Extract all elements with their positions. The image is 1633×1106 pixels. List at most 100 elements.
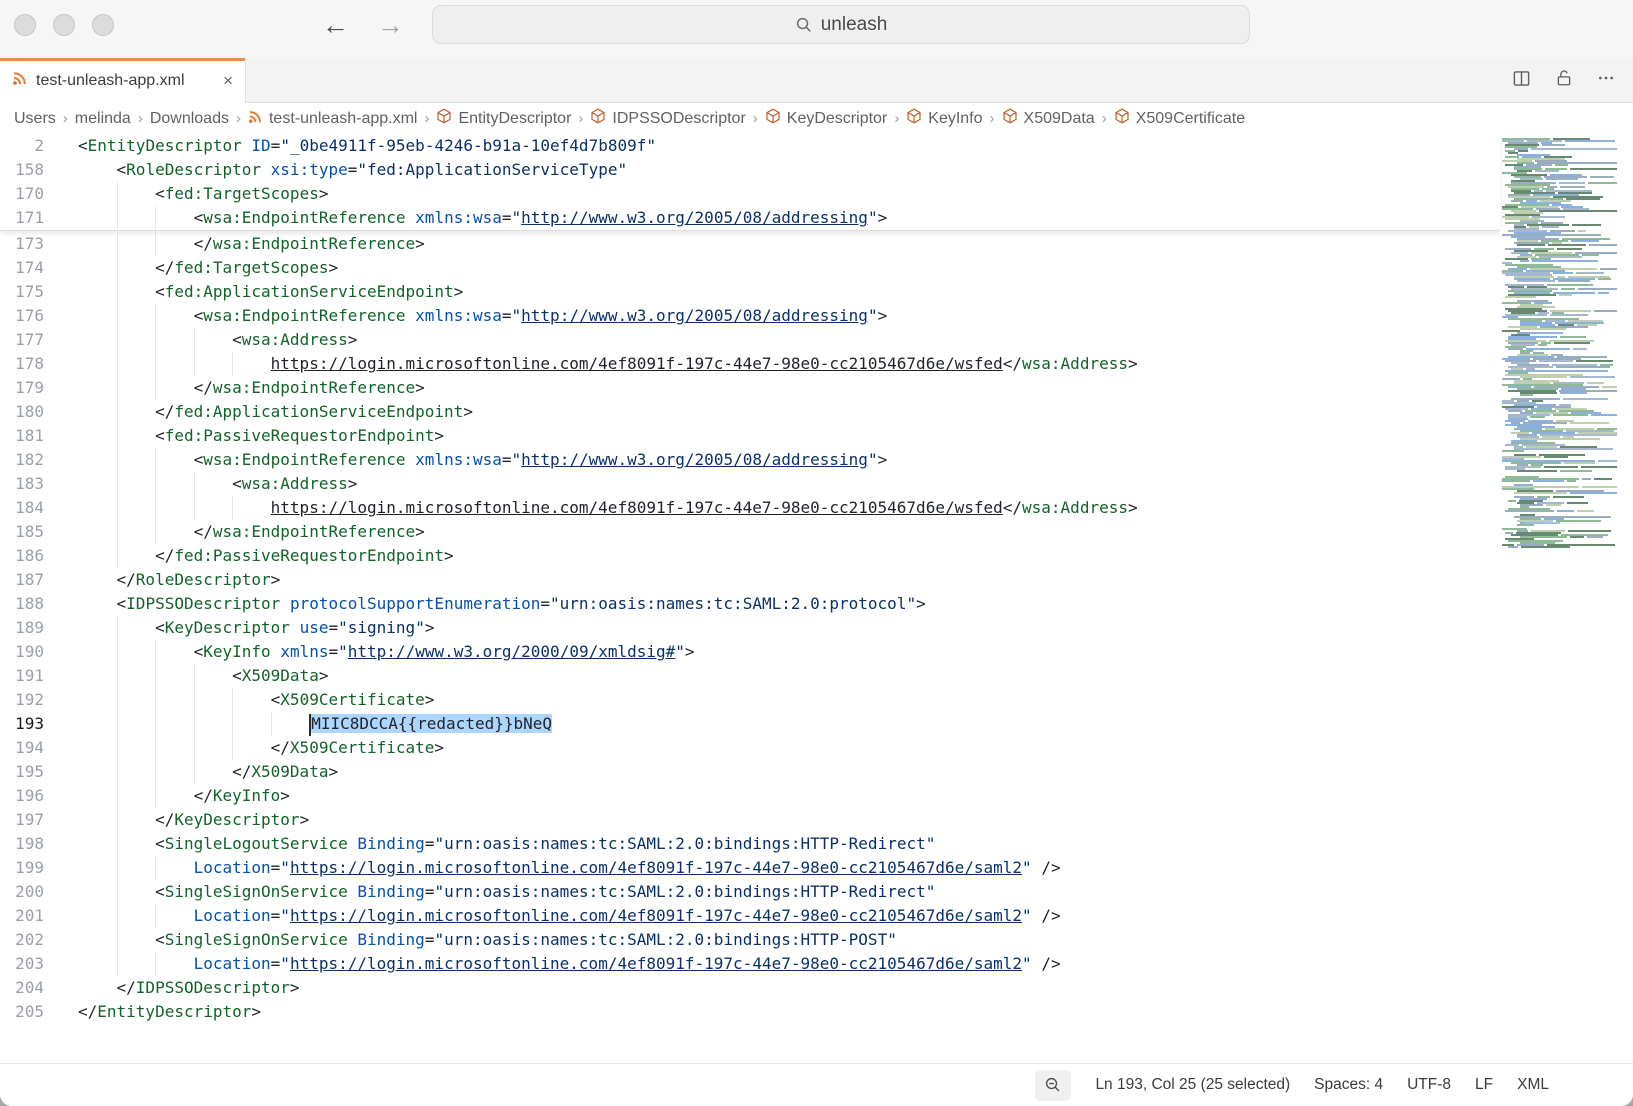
code-line-192[interactable]: 192 <X509Certificate> [0,688,1633,712]
code-line-184[interactable]: 184 https://login.microsoftonline.com/4e… [0,496,1633,520]
minimap-line [1581,466,1617,468]
token [348,834,358,853]
code-line-199[interactable]: 199 Location="https://login.microsoftonl… [0,856,1633,880]
encoding-status[interactable]: UTF-8 [1407,1076,1451,1094]
breadcrumb-item-x509data[interactable]: X509Data [1002,108,1095,129]
code-line-198[interactable]: 198 <SingleLogoutService Binding="urn:oa… [0,832,1633,856]
breadcrumb-item-users[interactable]: Users [14,110,56,128]
token [1032,858,1042,877]
command-center-search[interactable]: unleash [432,5,1250,44]
code-editor[interactable]: 2<EntityDescriptor ID="_0be4911f-95eb-42… [0,134,1633,1063]
code-line-201[interactable]: 201 Location="https://login.microsoftonl… [0,904,1633,928]
token: fed:TargetScopes [174,258,328,277]
code-line-2[interactable]: 2<EntityDescriptor ID="_0be4911f-95eb-42… [0,134,1500,158]
code-line-177[interactable]: 177 <wsa:Address> [0,328,1633,352]
code-line-185[interactable]: 185 </wsa:EndpointReference> [0,520,1633,544]
indent-guide [155,448,156,472]
minimap-line [1568,530,1610,532]
line-number: 184 [0,496,44,520]
indent-guide [232,712,233,736]
code-line-187[interactable]: 187 </RoleDescriptor> [0,568,1633,592]
code-line-200[interactable]: 200 <SingleSignOnService Binding="urn:oa… [0,880,1633,904]
breadcrumb-item-idpssodescriptor[interactable]: IDPSSODescriptor [590,108,745,129]
code-line-203[interactable]: 203 Location="https://login.microsoftonl… [0,952,1633,976]
token: http://www.w3.org/2005/08/addressing [521,450,868,469]
language-status[interactable]: XML [1517,1076,1549,1094]
code-line-190[interactable]: 190 <KeyInfo xmlns="http://www.w3.org/20… [0,640,1633,664]
code-line-196[interactable]: 196 </KeyInfo> [0,784,1633,808]
code-line-158[interactable]: 158 <RoleDescriptor xsi:type="fed:Applic… [0,158,1500,182]
code-line-202[interactable]: 202 <SingleSignOnService Binding="urn:oa… [0,928,1633,952]
code-line-179[interactable]: 179 </wsa:EndpointReference> [0,376,1633,400]
indent-guide [194,328,195,352]
code-line-175[interactable]: 175 <fed:ApplicationServiceEndpoint> [0,280,1633,304]
code-line-191[interactable]: 191 <X509Data> [0,664,1633,688]
breadcrumb-item-keyinfo[interactable]: KeyInfo [906,108,982,129]
cursor-position-status[interactable]: Ln 193, Col 25 (25 selected) [1095,1076,1290,1094]
token: " [675,642,685,661]
code-line-194[interactable]: 194 </X509Certificate> [0,736,1633,760]
eol-status[interactable]: LF [1475,1076,1493,1094]
code-line-178[interactable]: 178 https://login.microsoftonline.com/4e… [0,352,1633,376]
indent-guide [194,760,195,784]
minimap-line [1557,510,1574,512]
breadcrumb-item-x509certificate[interactable]: X509Certificate [1114,108,1245,129]
code-line-170[interactable]: 170 <fed:TargetScopes> [0,182,1500,206]
code-line-197[interactable]: 197 </KeyDescriptor> [0,808,1633,832]
split-editor-icon[interactable] [1512,69,1531,93]
code-line-205[interactable]: 205</EntityDescriptor> [0,1000,1633,1024]
indent-guide [194,352,195,376]
traffic-lights [14,14,114,36]
zoom-window-button[interactable] [92,14,114,36]
token: = [328,618,338,637]
code-line-189[interactable]: 189 <KeyDescriptor use="signing"> [0,616,1633,640]
token: wsa:Address [1022,498,1128,517]
minimap-line [1514,448,1613,450]
close-window-button[interactable] [14,14,36,36]
breadcrumb-item-test-unleash-app-xml[interactable]: test-unleash-app.xml [248,109,418,129]
indentation-status[interactable]: Spaces: 4 [1314,1076,1383,1094]
line-number: 197 [0,808,44,832]
code-lines[interactable]: 173 </wsa:EndpointReference>174 </fed:Ta… [0,232,1633,1024]
minimize-window-button[interactable] [53,14,75,36]
code-line-171[interactable]: 171 <wsa:EndpointReference xmlns:wsa="ht… [0,206,1500,230]
indent-guide [194,472,195,496]
indent-guide [194,496,195,520]
breadcrumb-item-keydescriptor[interactable]: KeyDescriptor [765,108,887,129]
line-number: 204 [0,976,44,1000]
code-line-195[interactable]: 195 </X509Data> [0,760,1633,784]
minimap[interactable] [1502,138,1622,552]
code-line-193[interactable]: 193 MIIC8DCCA{{redacted}}bNeQ [0,712,1633,736]
code-line-188[interactable]: 188 <IDPSSODescriptor protocolSupportEnu… [0,592,1633,616]
breadcrumb-item-entitydescriptor[interactable]: EntityDescriptor [436,108,571,129]
token: Binding [357,882,424,901]
forward-button[interactable]: → [377,10,404,41]
token: https://login.microsoftonline.com/4ef809… [290,954,1022,973]
zoom-out-icon[interactable] [1035,1070,1071,1101]
code-line-180[interactable]: 180 </fed:ApplicationServiceEndpoint> [0,400,1633,424]
token: < [271,690,281,709]
token: > [415,378,425,397]
tab-test-unleash-app-xml[interactable]: test-unleash-app.xml × [0,58,246,103]
code-line-173[interactable]: 173 </wsa:EndpointReference> [0,232,1633,256]
code-line-176[interactable]: 176 <wsa:EndpointReference xmlns:wsa="ht… [0,304,1633,328]
back-button[interactable]: ← [322,10,349,41]
line-content: Location="https://login.microsoftonline.… [78,856,1061,880]
breadcrumb-item-melinda[interactable]: melinda [75,110,131,128]
line-number: 176 [0,304,44,328]
code-line-182[interactable]: 182 <wsa:EndpointReference xmlns:wsa="ht… [0,448,1633,472]
code-line-186[interactable]: 186 </fed:PassiveRequestorEndpoint> [0,544,1633,568]
minimap-line [1556,520,1601,522]
indent-guide [232,688,233,712]
line-content: <IDPSSODescriptor protocolSupportEnumera… [78,592,926,616]
unlock-icon[interactable] [1555,69,1573,92]
more-actions-icon[interactable] [1597,69,1615,92]
code-line-183[interactable]: 183 <wsa:Address> [0,472,1633,496]
code-line-181[interactable]: 181 <fed:PassiveRequestorEndpoint> [0,424,1633,448]
close-tab-icon[interactable]: × [223,71,233,91]
code-line-174[interactable]: 174 </fed:TargetScopes> [0,256,1633,280]
sticky-scroll-header[interactable]: 2<EntityDescriptor ID="_0be4911f-95eb-42… [0,134,1500,231]
breadcrumb-item-downloads[interactable]: Downloads [150,110,229,128]
breadcrumb-separator: › [424,110,429,127]
code-line-204[interactable]: 204 </IDPSSODescriptor> [0,976,1633,1000]
